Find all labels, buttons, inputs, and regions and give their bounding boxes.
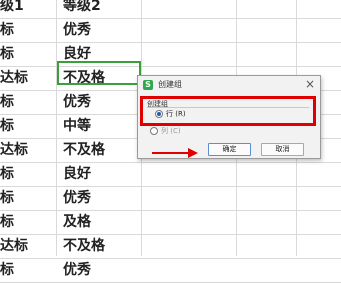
- table-row: 标 良好: [0, 163, 341, 187]
- ok-button[interactable]: 确定: [208, 143, 251, 156]
- cell[interactable]: 标: [0, 115, 55, 138]
- header-cell-level2[interactable]: 等级2: [63, 0, 138, 18]
- table-row: 标 优秀: [0, 19, 341, 43]
- active-cell-selection: [57, 61, 141, 85]
- dialog-title: 创建组: [158, 80, 182, 89]
- cell[interactable]: 优秀: [63, 91, 138, 114]
- cell[interactable]: 达标: [0, 235, 55, 258]
- cell[interactable]: 良好: [63, 163, 138, 186]
- cell[interactable]: 优秀: [63, 187, 138, 210]
- cell[interactable]: 及格: [63, 211, 138, 234]
- red-arrow-pointer-icon: [152, 148, 198, 158]
- cell[interactable]: 标: [0, 187, 55, 210]
- cell[interactable]: 标: [0, 259, 55, 282]
- cell[interactable]: 标: [0, 43, 55, 66]
- cell[interactable]: 不及格: [63, 139, 138, 162]
- option-row-label: 行 (R): [166, 110, 186, 118]
- cell[interactable]: 不及格: [63, 235, 138, 258]
- cell[interactable]: 标: [0, 91, 55, 114]
- option-column-label: 列 (C): [161, 127, 181, 135]
- option-row[interactable]: 行 (R): [155, 110, 186, 119]
- radio-selected-icon[interactable]: [155, 110, 163, 118]
- dialog-titlebar[interactable]: S 创建组 ×: [138, 76, 320, 94]
- cell[interactable]: 达标: [0, 67, 55, 90]
- cell[interactable]: 标: [0, 211, 55, 234]
- header-cell-level1[interactable]: 级1: [0, 0, 55, 18]
- option-column[interactable]: 列 (C): [150, 127, 181, 136]
- cell[interactable]: 标: [0, 163, 55, 186]
- table-row: 标 优秀: [0, 187, 341, 211]
- group-divider: [147, 107, 309, 108]
- cell[interactable]: 优秀: [63, 19, 138, 42]
- radio-unselected-icon[interactable]: [150, 127, 158, 135]
- create-group-options-highlight: 创建组 行 (R): [140, 96, 316, 126]
- cancel-button[interactable]: 取消: [261, 143, 304, 156]
- wps-app-icon: S: [143, 80, 153, 90]
- table-row: 达标 不及格: [0, 235, 341, 259]
- cell[interactable]: 中等: [63, 115, 138, 138]
- close-button[interactable]: ×: [305, 77, 315, 91]
- table-row: 标 及格: [0, 211, 341, 235]
- table-row: 标 良好: [0, 43, 341, 67]
- table-row-header: 级1 等级2: [0, 0, 341, 19]
- table-row: 标 优秀: [0, 259, 341, 283]
- cell[interactable]: 标: [0, 19, 55, 42]
- cell[interactable]: 优秀: [63, 259, 138, 282]
- cell[interactable]: 达标: [0, 139, 55, 162]
